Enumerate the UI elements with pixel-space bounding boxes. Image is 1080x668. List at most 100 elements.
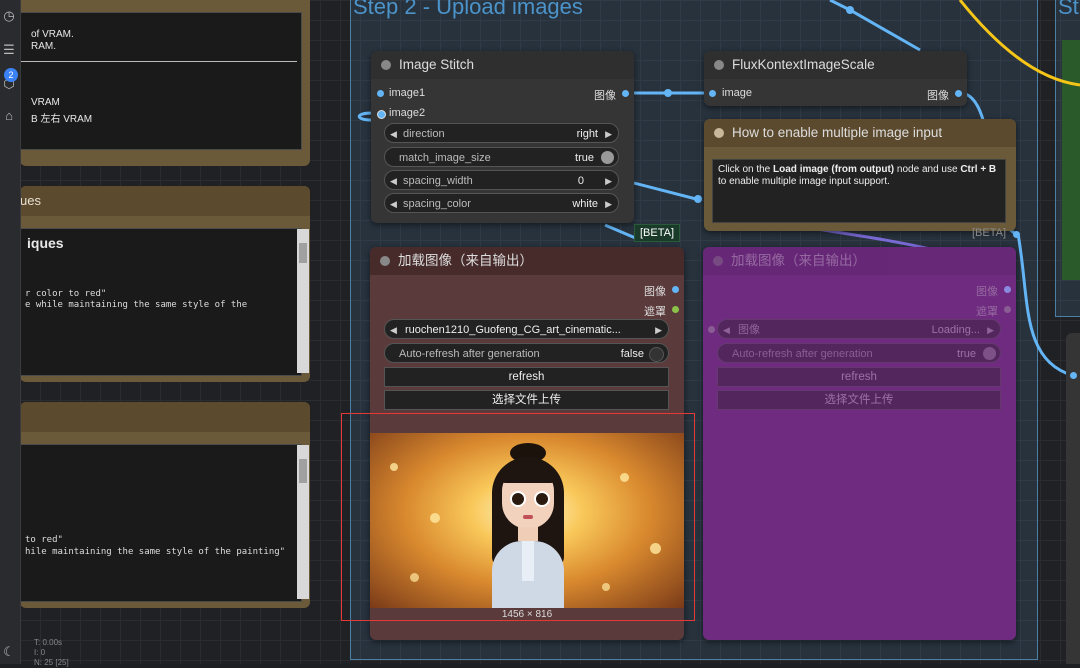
widget-label: Auto-refresh after generation <box>399 348 540 360</box>
arrow-right-icon[interactable]: ▶ <box>605 194 612 214</box>
output-image-port[interactable] <box>1004 286 1011 293</box>
input-image2-port[interactable] <box>377 110 386 119</box>
group-title-2: St <box>1058 0 1079 19</box>
flux-scale-header[interactable]: FluxKontextImageScale <box>704 51 967 79</box>
load-image-2-header[interactable]: 加载图像（来自输出） <box>703 247 1016 275</box>
arrow-right-icon[interactable]: ▶ <box>655 320 662 340</box>
node-collapse-dot[interactable] <box>380 256 390 266</box>
note-panel-2[interactable]: ues iques r color to red" e while mainta… <box>20 186 310 382</box>
toggle-knob[interactable] <box>983 347 996 360</box>
refresh-button[interactable]: refresh <box>384 367 669 387</box>
spacing-color-widget[interactable]: ◀ spacing_color white ▶ <box>384 193 619 213</box>
note-line: RAM. <box>31 41 56 52</box>
note-panel-1-body[interactable]: of VRAM. RAM. VRAM B 左右 VRAM <box>20 12 302 150</box>
divider <box>21 61 297 62</box>
note-panel-2-body[interactable]: iques r color to red" e while maintainin… <box>20 228 309 376</box>
history-icon[interactable]: ◷ <box>1 8 17 24</box>
match-image-size-toggle[interactable]: match_image_size true <box>384 147 619 167</box>
note-line: of VRAM. <box>31 29 74 40</box>
node-collapse-dot[interactable] <box>713 256 723 266</box>
note-text: Click on the <box>718 164 774 175</box>
scroll-thumb[interactable] <box>299 459 307 483</box>
widget-label: match_image_size <box>399 152 491 164</box>
note-multiple-image-node[interactable]: How to enable multiple image input Click… <box>704 119 1016 231</box>
note-line: r color to red" <box>25 289 107 299</box>
note-text: node and use <box>894 164 961 175</box>
scrollbar[interactable] <box>297 445 309 599</box>
group-title: Step 2 - Upload images <box>353 0 583 19</box>
widget-value: white <box>572 198 598 210</box>
refresh-button-2[interactable]: refresh <box>717 367 1001 387</box>
node-title: 加载图像（来自输出） <box>398 253 533 268</box>
input-image1-port[interactable] <box>377 90 384 97</box>
scroll-thumb[interactable] <box>299 243 307 263</box>
upload-file-button[interactable]: 选择文件上传 <box>384 390 669 410</box>
input-image-port[interactable] <box>709 90 716 97</box>
direction-widget[interactable]: ◀ direction right ▶ <box>384 123 619 143</box>
note-line: VRAM <box>31 97 60 108</box>
output-mask-port[interactable] <box>1004 306 1011 313</box>
node-collapse-dot[interactable] <box>381 60 391 70</box>
widget-label: 图像 <box>738 324 760 336</box>
output-image-port[interactable] <box>672 286 679 293</box>
note-panel-3[interactable]: to red" hile maintaining the same style … <box>20 402 310 608</box>
note-node-header[interactable]: How to enable multiple image input <box>704 119 1016 147</box>
arrow-right-icon[interactable]: ▶ <box>605 171 612 191</box>
sidebar: ◷ ☰ ⬡ 2 ⌂ ☾ <box>0 0 21 664</box>
image-stitch-header[interactable]: Image Stitch <box>371 51 634 79</box>
note-text-bold: Ctrl + B <box>960 164 997 175</box>
note-panel-1[interactable]: of VRAM. RAM. VRAM B 左右 VRAM <box>20 0 310 166</box>
node-title: FluxKontextImageScale <box>732 57 875 72</box>
arrow-left-icon[interactable]: ◀ <box>723 320 730 340</box>
folder-icon[interactable]: ⌂ <box>1 108 17 124</box>
output-mask-port[interactable] <box>672 306 679 313</box>
arrow-left-icon[interactable]: ◀ <box>390 320 397 340</box>
toggle-knob[interactable] <box>649 347 664 362</box>
arrow-left-icon[interactable]: ◀ <box>390 194 397 214</box>
output-label: 图像 <box>927 90 949 102</box>
load-image-header[interactable]: 加载图像（来自输出） <box>370 247 684 275</box>
arrow-right-icon[interactable]: ▶ <box>605 124 612 144</box>
node-title: 加载图像（来自输出） <box>731 253 866 268</box>
widget-label: spacing_width <box>403 175 473 187</box>
auto-refresh-toggle-2[interactable]: Auto-refresh after generation true <box>717 343 1001 363</box>
beta-tag: [BETA] <box>634 224 681 242</box>
toggle-knob[interactable] <box>601 151 614 164</box>
note-node-port[interactable] <box>1013 231 1020 238</box>
note-text-area[interactable]: Click on the Load image (from output) no… <box>712 159 1006 223</box>
node-title: How to enable multiple image input <box>732 125 943 140</box>
input-image-port[interactable] <box>708 326 715 333</box>
upload-file-button-2[interactable]: 选择文件上传 <box>717 390 1001 410</box>
widget-value: ruochen1210_Guofeng_CG_art_cinematic... <box>405 324 621 336</box>
offscreen-green-node[interactable] <box>1062 40 1080 280</box>
node-collapse-dot[interactable] <box>714 128 724 138</box>
image-file-select[interactable]: ◀ ruochen1210_Guofeng_CG_art_cinematic..… <box>384 319 669 339</box>
beta-label-faded: [BETA] <box>972 227 1007 239</box>
scrollbar[interactable] <box>297 229 309 373</box>
note-panel-2-header[interactable]: ues <box>20 186 310 216</box>
spacing-width-widget[interactable]: ◀ spacing_width 0 ▶ <box>384 170 619 190</box>
offscreen-node[interactable] <box>1066 333 1080 664</box>
image-stitch-node[interactable]: Image Stitch image1 image2 图像 ◀ directio… <box>371 51 634 223</box>
moon-icon[interactable]: ☾ <box>1 644 17 660</box>
node-title: Image Stitch <box>399 57 475 72</box>
note-panel-3-header[interactable] <box>20 402 310 432</box>
output-image-port[interactable] <box>622 90 629 97</box>
auto-refresh-toggle[interactable]: Auto-refresh after generation false <box>384 343 669 363</box>
note-panel-3-body[interactable]: to red" hile maintaining the same style … <box>20 444 309 602</box>
arrow-left-icon[interactable]: ◀ <box>390 171 397 191</box>
highlight-box <box>341 413 695 621</box>
list-icon[interactable]: ☰ <box>1 42 17 58</box>
image-file-select-2[interactable]: ◀ 图像 Loading... ▶ <box>717 319 1001 339</box>
offscreen-node-port[interactable] <box>1070 372 1077 379</box>
widget-value: false <box>620 348 644 360</box>
flux-kontext-scale-node[interactable]: FluxKontextImageScale image 图像 <box>704 51 967 106</box>
input-label: image <box>722 87 752 99</box>
panel-title: ues <box>20 193 41 208</box>
output-image-port[interactable] <box>955 90 962 97</box>
arrow-right-icon[interactable]: ▶ <box>987 320 994 340</box>
widget-value: 0 <box>577 175 584 187</box>
load-image-from-output-node-2[interactable]: 加载图像（来自输出） 图像 遮罩 ◀ 图像 Loading... ▶ Auto-… <box>703 247 1016 640</box>
node-collapse-dot[interactable] <box>714 60 724 70</box>
arrow-left-icon[interactable]: ◀ <box>390 124 397 144</box>
